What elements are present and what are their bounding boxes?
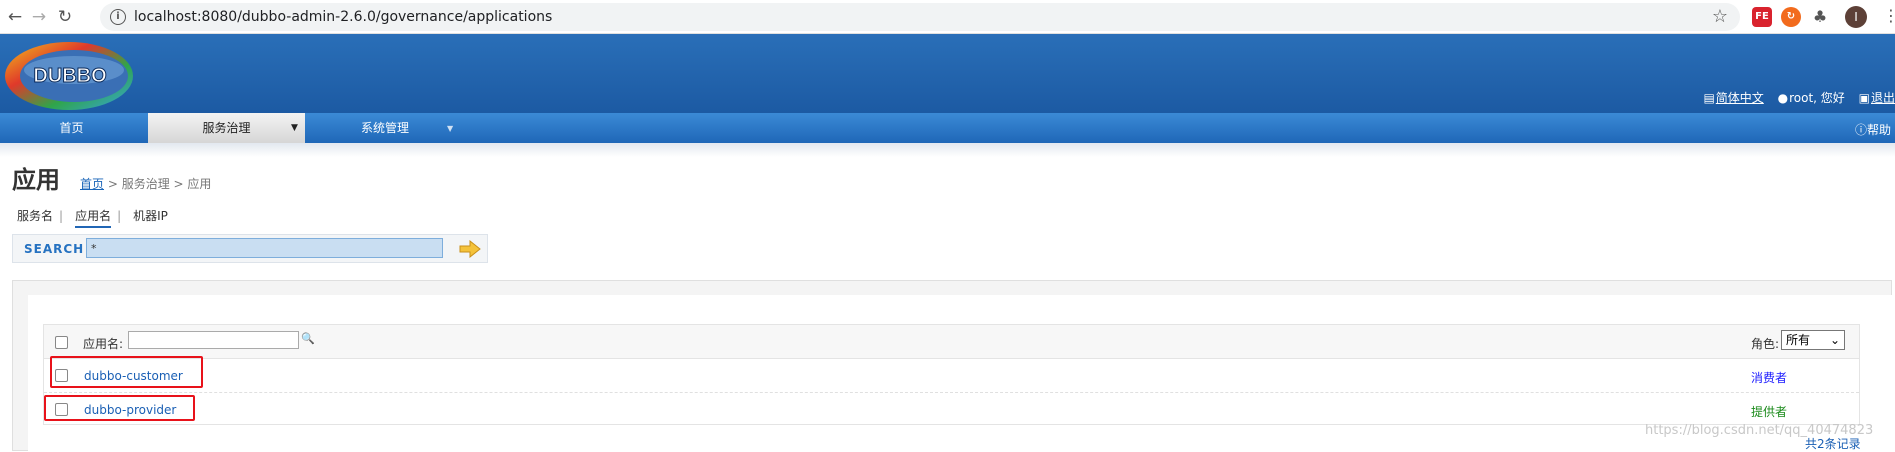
table-row: dubbo-provider 提供者 [44, 393, 1859, 427]
language-link[interactable]: 简体中文 [1716, 91, 1764, 105]
breadcrumb-home[interactable]: 首页 [80, 177, 104, 191]
app-name-column-label: 应用名: [83, 337, 124, 351]
search-go-arrow-icon[interactable] [458, 240, 482, 258]
app-name-filter-input[interactable] [128, 331, 299, 349]
logout-link[interactable]: 退出 [1871, 91, 1895, 105]
app-header [0, 34, 1895, 113]
reload-icon[interactable]: ↻ [54, 6, 76, 28]
highlight-box-customer [50, 356, 203, 388]
breadcrumb-trail: > 服务治理 > 应用 [104, 177, 212, 191]
tab-separator: | [117, 209, 122, 223]
table-row: dubbo-customer 消费者 [44, 359, 1859, 393]
help-icon: ⓘ [1854, 123, 1867, 137]
menu-system-management[interactable]: 系统管理 [330, 113, 440, 143]
doc-icon: ▤ [1703, 91, 1715, 105]
highlight-box-provider [44, 395, 195, 421]
tab-service-name[interactable]: 服务名 [17, 207, 53, 224]
menu-service-governance[interactable]: 服务治理 ▼ [148, 113, 305, 143]
user-icon: ● [1777, 91, 1789, 105]
chevron-down-icon: ⌄ [1829, 333, 1840, 347]
search-label: SEARCH [24, 242, 85, 256]
back-icon[interactable]: ← [4, 6, 26, 28]
url-text: localhost:8080/dubbo-admin-2.6.0/governa… [134, 9, 553, 25]
menu-home[interactable]: 首页 [0, 113, 143, 143]
browser-toolbar: ← → ↻ i localhost:8080/dubbo-admin-2.6.0… [0, 0, 1895, 34]
main-menu: 首页 服务治理 ▼ 系统管理 ▼ [0, 113, 1895, 143]
browser-menu-icon[interactable]: ⋮ [1883, 6, 1895, 25]
extensions-puzzle-icon[interactable]: ♣ [1810, 7, 1830, 27]
user-greeting: root, 您好 [1789, 91, 1845, 105]
site-info-icon[interactable]: i [110, 9, 126, 25]
search-icon[interactable]: 🔍 [301, 332, 315, 345]
dubbo-logo: DUBBO [5, 42, 133, 110]
search-input[interactable] [86, 238, 443, 258]
dropdown-arrow-icon: ▼ [291, 123, 298, 133]
extension-fe-icon[interactable]: FE [1752, 7, 1772, 27]
logout-icon: ▣ [1858, 91, 1870, 105]
table-header: 应用名: 🔍 角色: 所有 ⌄ [44, 325, 1859, 359]
menu-shadow [0, 143, 1895, 157]
dropdown-arrow-icon: ▼ [447, 124, 454, 133]
role-select-value: 所有 [1786, 333, 1811, 347]
role-select[interactable]: 所有 ⌄ [1781, 330, 1845, 350]
tab-app-name[interactable]: 应用名 [75, 207, 112, 228]
role-value[interactable]: 消费者 [1751, 369, 1787, 386]
page-title: 应用 [12, 166, 60, 194]
help-label: 帮助 [1866, 123, 1891, 137]
watermark: https://blog.csdn.net/qq_40474823 [1645, 423, 1874, 438]
search-type-tabs: 服务名 | 应用名 | 机器IP [17, 207, 174, 228]
header-links: ▤简体中文 ●root, 您好 ▣退出 [1693, 89, 1895, 106]
role-value[interactable]: 提供者 [1751, 403, 1787, 420]
logo-text: DUBBO [33, 65, 106, 87]
forward-icon[interactable]: → [28, 6, 50, 28]
tab-machine-ip[interactable]: 机器IP [133, 207, 168, 224]
help-link[interactable]: ⓘ帮助 [1855, 121, 1891, 138]
search-bar: SEARCH [12, 234, 488, 263]
menu-service-governance-label: 服务治理 [202, 121, 251, 135]
role-column-label: 角色: [1751, 337, 1780, 351]
bookmark-star-icon[interactable]: ☆ [1712, 6, 1728, 27]
extension-orange-icon[interactable]: ↻ [1781, 7, 1801, 27]
profile-avatar[interactable]: I [1845, 6, 1867, 28]
tab-separator: | [59, 209, 64, 223]
address-bar[interactable]: i localhost:8080/dubbo-admin-2.6.0/gover… [100, 3, 1740, 31]
breadcrumb: 首页 > 服务治理 > 应用 [80, 175, 211, 192]
select-all-checkbox[interactable] [55, 336, 68, 349]
applications-table: 应用名: 🔍 角色: 所有 ⌄ dubbo-customer 消费者 dubbo… [43, 324, 1860, 425]
